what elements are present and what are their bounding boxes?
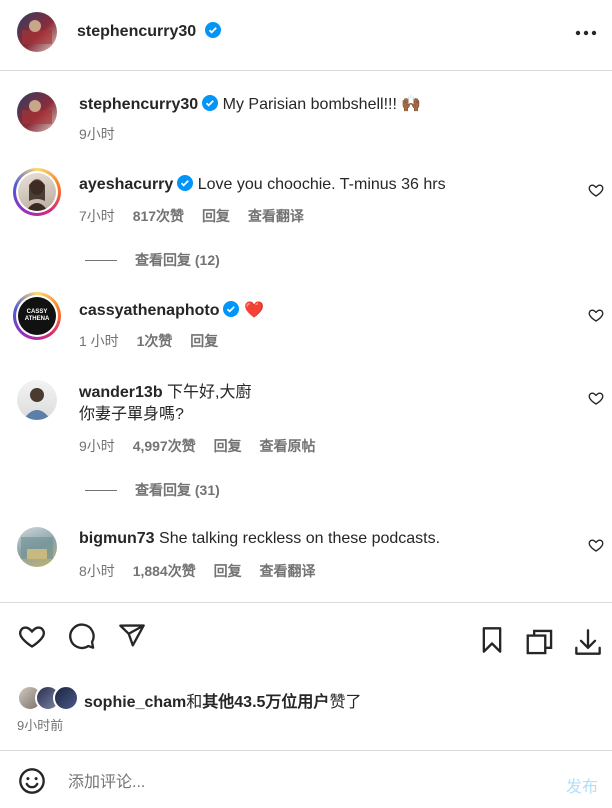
caption-username[interactable]: stephencurry30 <box>79 96 198 113</box>
likes-connector: 和 <box>186 694 203 711</box>
header-divider <box>0 70 612 71</box>
avatar-image <box>23 388 51 420</box>
save-bookmark-icon[interactable] <box>478 626 506 654</box>
view-replies-label: 查看回复 (31) <box>135 482 220 498</box>
post-comment-button[interactable]: 发布 <box>566 773 598 797</box>
like-comment-heart-icon[interactable] <box>588 307 604 323</box>
replies-divider-line <box>85 260 117 262</box>
emoji-icon[interactable] <box>18 767 46 795</box>
caption-avatar[interactable] <box>17 92 57 132</box>
view-replies-label: 查看回复 (12) <box>135 252 220 268</box>
comment-likes-count[interactable]: 1,884次赞 <box>133 563 196 579</box>
view-replies-button[interactable]: 查看回复 (12) <box>85 250 220 270</box>
likes-suffix: 赞了 <box>329 694 362 711</box>
comment-likes-count[interactable]: 817次赞 <box>133 208 184 224</box>
comment-avatar-wander13b[interactable] <box>17 380 57 420</box>
copy-squares-icon[interactable] <box>526 628 554 656</box>
reply-button[interactable]: 回复 <box>190 333 218 349</box>
comments-divider <box>0 602 612 603</box>
comment-text: She talking reckless on these podcasts. <box>159 530 441 547</box>
comment-text-line1: 下午好,大廚 <box>167 384 252 401</box>
comment-username[interactable]: bigmun73 <box>79 530 155 547</box>
comment-username[interactable]: wander13b <box>79 384 163 401</box>
verified-badge-icon <box>202 95 219 111</box>
comment-text: ❤️ <box>243 302 264 319</box>
see-translation-button[interactable]: 查看翻译 <box>260 563 316 579</box>
comment-avatar-cassyathenaphoto[interactable]: CASSY ATHENA <box>13 292 61 340</box>
comment-username[interactable]: ayeshacurry <box>79 176 173 193</box>
see-original-button[interactable]: 查看原帖 <box>260 438 316 454</box>
comment-time: 8小时 <box>79 563 115 579</box>
header-username[interactable]: stephencurry30 <box>77 23 196 40</box>
like-comment-heart-icon[interactable] <box>588 182 604 198</box>
download-icon[interactable] <box>574 628 602 656</box>
caption-text: My Parisian bombshell!!! 🙌🏾 <box>222 96 422 113</box>
more-horizontal-icon[interactable] <box>575 30 597 36</box>
header-avatar[interactable] <box>17 12 57 52</box>
comment-likes-count[interactable]: 1次赞 <box>137 333 173 349</box>
verified-badge-icon <box>204 22 221 38</box>
share-paper-plane-icon[interactable] <box>118 622 146 650</box>
avatar-image <box>21 537 53 559</box>
likers-avatars[interactable] <box>17 685 83 711</box>
verified-badge-icon <box>223 301 240 317</box>
comment-time: 1 小时 <box>79 333 119 349</box>
see-translation-button[interactable]: 查看翻译 <box>248 208 304 224</box>
avatar-image <box>22 20 52 44</box>
avatar-image <box>22 100 52 124</box>
comment-likes-count[interactable]: 4,997次赞 <box>133 438 196 454</box>
comment-text-line2: 你妻子單身嗎? <box>79 406 184 423</box>
reply-button[interactable]: 回复 <box>214 438 242 454</box>
avatar-logo-text: CASSY ATHENA <box>24 309 50 322</box>
comment-username[interactable]: cassyathenaphoto <box>79 302 219 319</box>
liker-username[interactable]: sophie_cham <box>84 694 186 711</box>
reply-button[interactable]: 回复 <box>214 563 242 579</box>
caption-time: 9小时 <box>79 126 115 142</box>
comment-time: 9小时 <box>79 438 115 454</box>
like-comment-heart-icon[interactable] <box>588 390 604 406</box>
avatar-image <box>26 179 48 211</box>
comment-avatar-ayeshacurry[interactable] <box>13 168 61 216</box>
liker-avatar <box>53 685 79 711</box>
likes-others-count[interactable]: 其他43.5万位用户 <box>202 694 329 711</box>
comment-avatar-bigmun73[interactable] <box>17 527 57 567</box>
comment-bubble-icon[interactable] <box>68 622 96 650</box>
comment-text: Love you choochie. T-minus 36 hrs <box>197 176 446 193</box>
verified-badge-icon <box>177 175 194 191</box>
post-timestamp[interactable]: 9小时前 <box>17 715 63 734</box>
replies-divider-line <box>85 490 117 492</box>
reply-button[interactable]: 回复 <box>202 208 230 224</box>
composer-divider <box>0 750 612 751</box>
comment-input[interactable] <box>66 770 540 796</box>
view-replies-button[interactable]: 查看回复 (31) <box>85 480 220 500</box>
comment-time: 7小时 <box>79 208 115 224</box>
like-heart-icon[interactable] <box>18 622 46 650</box>
like-comment-heart-icon[interactable] <box>588 537 604 553</box>
